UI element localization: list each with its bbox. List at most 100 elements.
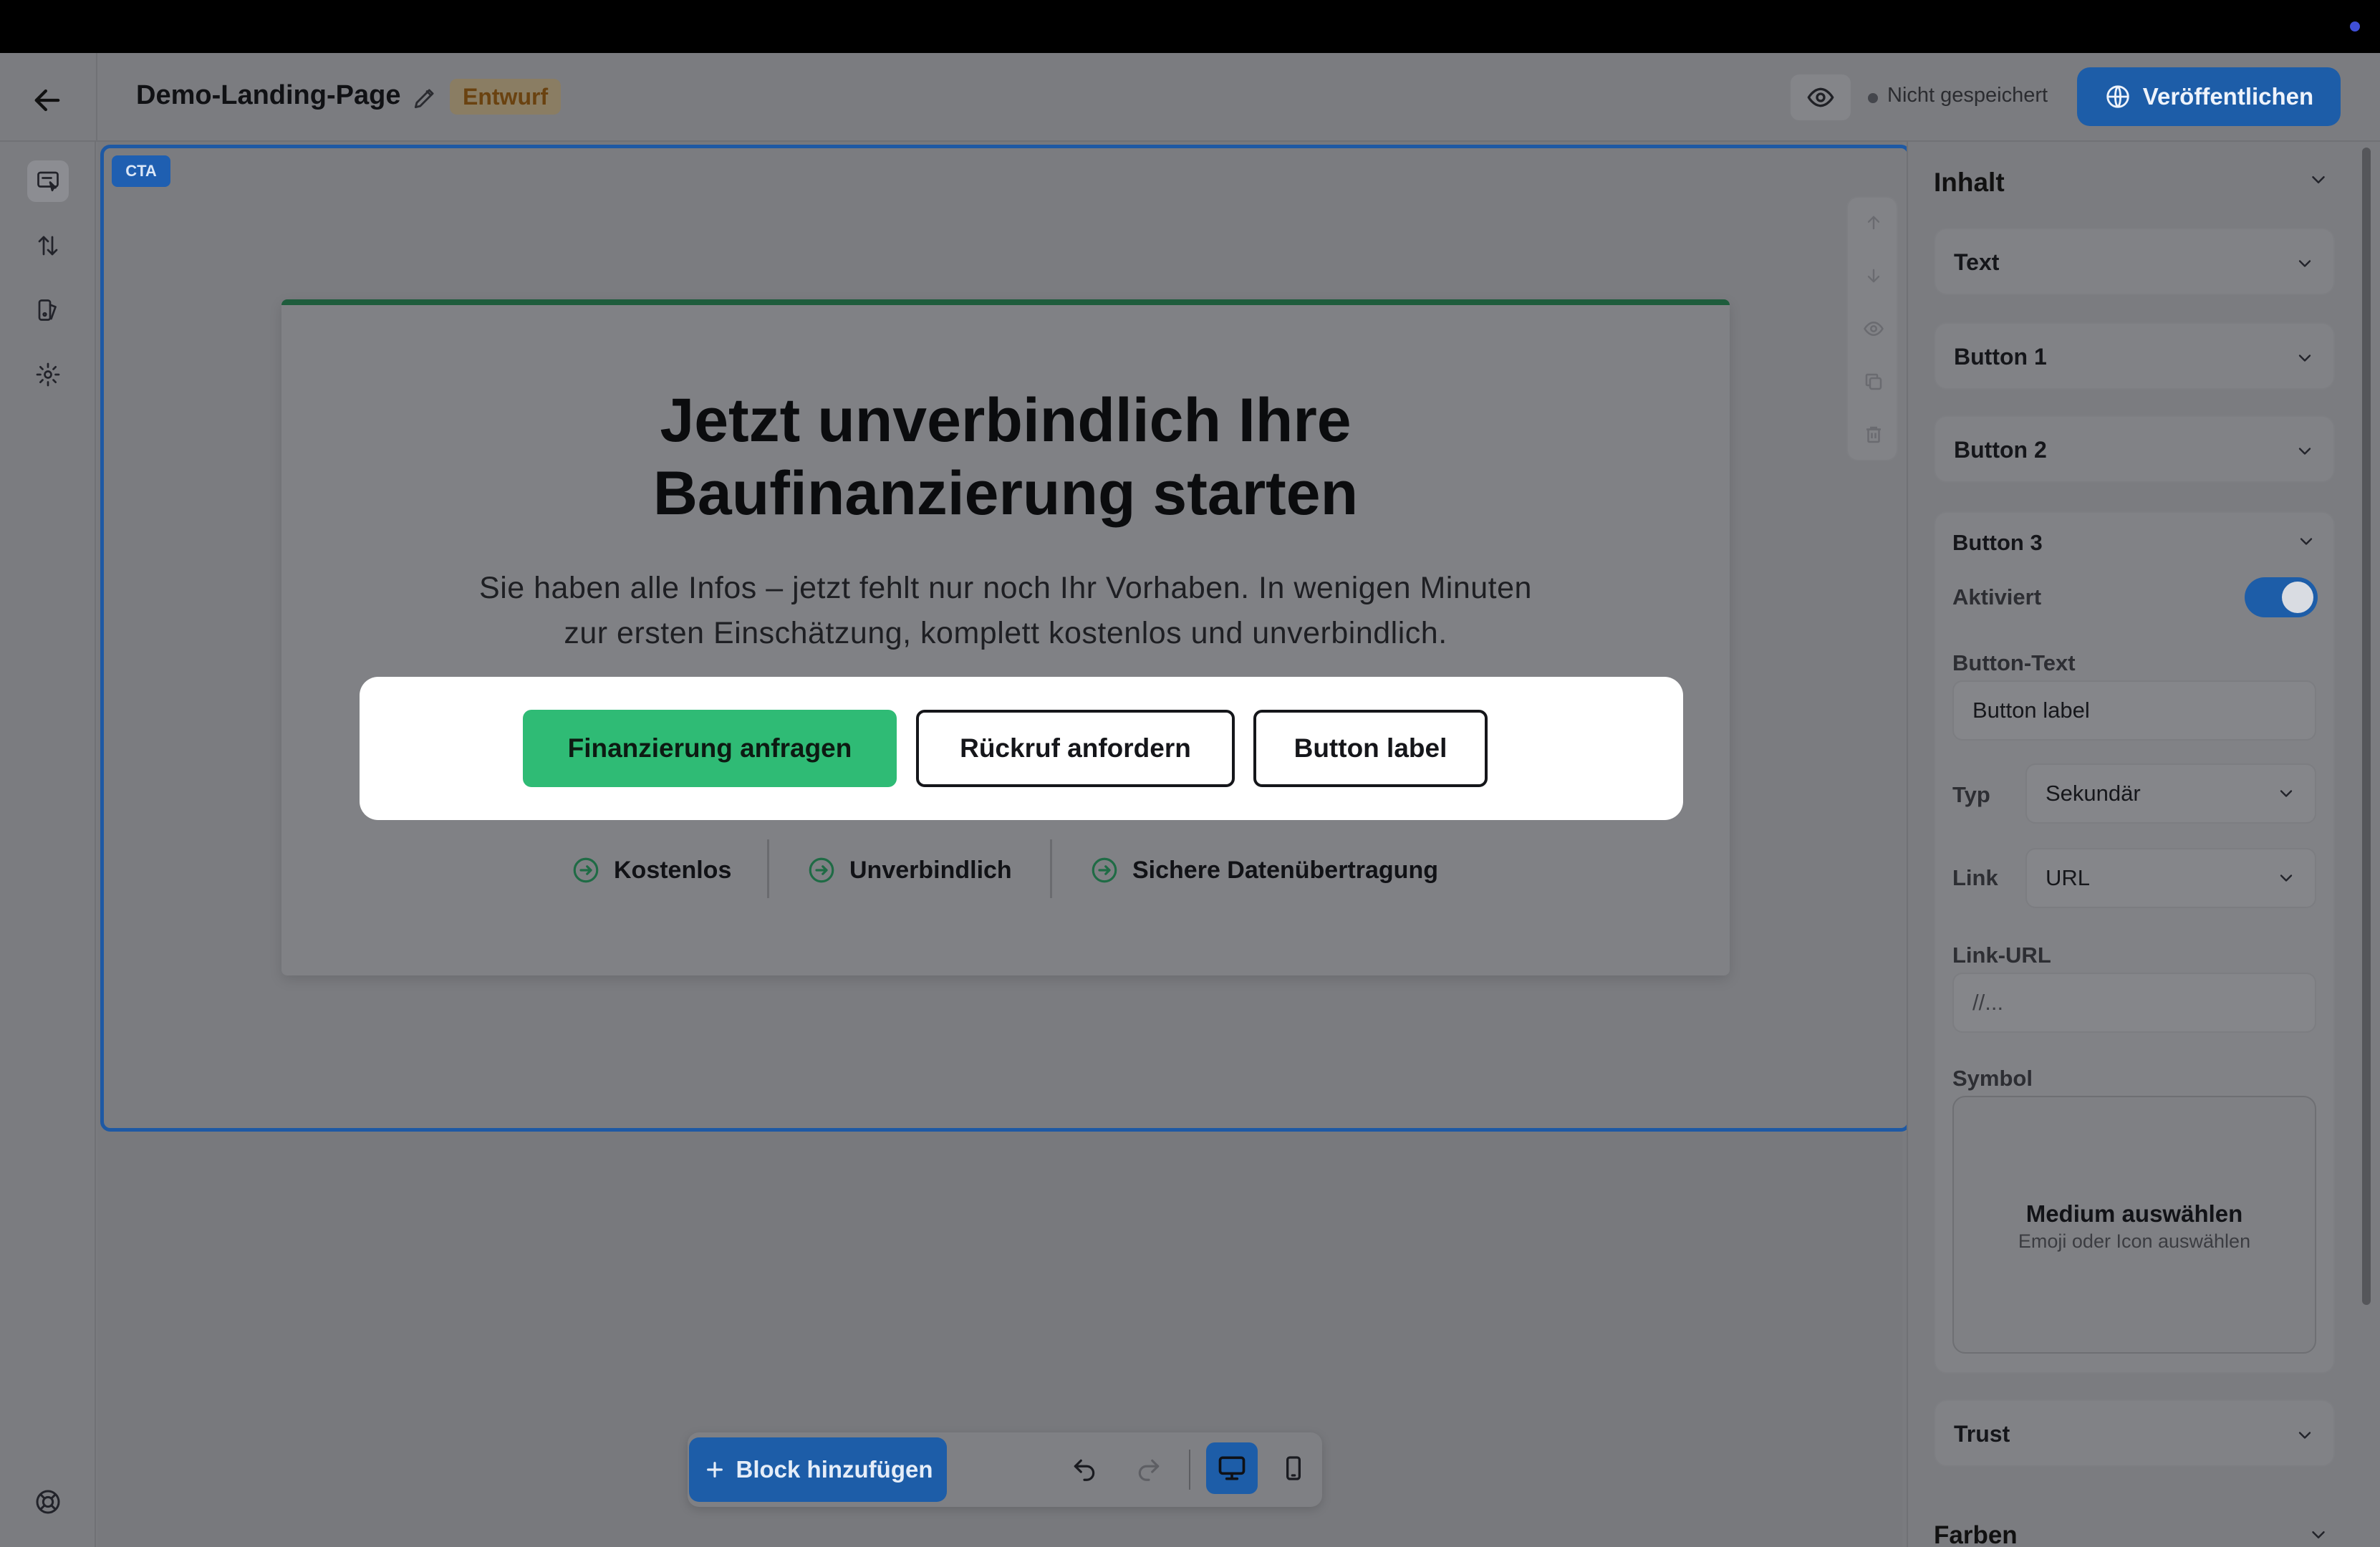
- cta-headline[interactable]: Jetzt unverbindlich Ihre Baufinanzierung…: [281, 384, 1730, 530]
- layout-cursor-icon: [37, 171, 59, 192]
- section-button-1[interactable]: Button 1: [1934, 322, 2335, 390]
- cta-button-1[interactable]: Finanzierung anfragen: [523, 710, 897, 787]
- panel-scrollbar[interactable]: [2362, 148, 2371, 1305]
- cta-button-3[interactable]: Button label: [1253, 710, 1488, 787]
- trust-item-free: Kostenlos: [571, 845, 731, 895]
- draft-badge: Entwurf: [450, 79, 562, 115]
- publish-button[interactable]: Veröffentlichen: [2077, 67, 2341, 126]
- toolbar-divider: [1189, 1450, 1190, 1490]
- chevron-down-icon: [2298, 260, 2311, 267]
- move-down-button[interactable]: [1848, 251, 1899, 301]
- trust-divider: [767, 839, 769, 898]
- enabled-toggle[interactable]: [2245, 577, 2318, 617]
- panel-collapse-button[interactable]: [2308, 169, 2329, 191]
- section-label[interactable]: Button 3: [1952, 530, 2043, 556]
- publish-label: Veröffentlichen: [2142, 83, 2314, 110]
- pencil-icon[interactable]: [411, 85, 438, 112]
- section-trust[interactable]: Trust: [1934, 1399, 2335, 1467]
- design-nav-button[interactable]: [27, 289, 69, 331]
- type-select-value: Sekundär: [2046, 781, 2141, 806]
- delete-button[interactable]: [1848, 410, 1899, 460]
- move-up-button[interactable]: [1848, 198, 1899, 248]
- chevron-down-icon: [2280, 874, 2293, 882]
- cta-headline-line1: Jetzt unverbindlich Ihre: [660, 386, 1352, 455]
- add-block-label: Block hinzufügen: [736, 1456, 933, 1483]
- panel-title: Inhalt: [1934, 168, 2005, 197]
- chevron-down-icon: [2280, 790, 2293, 797]
- plus-icon: [706, 1462, 723, 1478]
- trash-icon: [1866, 426, 1881, 443]
- button-text-input[interactable]: Button label: [1952, 680, 2316, 741]
- trust-item-secure: Sichere Datenübertragung: [1089, 845, 1438, 895]
- section-label: Text: [1954, 249, 2000, 275]
- chevron-down-icon: [2312, 1531, 2325, 1538]
- save-status-text: Nicht gespeichert: [1887, 84, 2048, 107]
- monitor-icon: [1218, 1456, 1246, 1480]
- back-arrow-icon[interactable]: [29, 82, 66, 119]
- trust-label: Sichere Datenübertragung: [1132, 856, 1438, 884]
- top-system-bar: [0, 0, 2380, 53]
- section-label: Trust: [1954, 1421, 2010, 1447]
- desktop-view-button[interactable]: [1206, 1442, 1258, 1494]
- section-collapse-button[interactable]: [2296, 531, 2316, 551]
- cta-button-2[interactable]: Rückruf anfordern: [916, 710, 1235, 787]
- eye-icon: [1807, 87, 1834, 107]
- chevron-down-icon: [2298, 1432, 2311, 1439]
- arrow-circle-icon: [809, 857, 834, 883]
- trust-item-nonbinding: Unverbindlich: [806, 845, 1012, 895]
- sort-arrows-icon: [38, 236, 58, 256]
- trust-divider: [1050, 839, 1052, 898]
- type-select[interactable]: Sekundär: [2025, 763, 2316, 824]
- redo-button[interactable]: [1127, 1448, 1170, 1491]
- redo-icon: [1138, 1459, 1160, 1481]
- chevron-down-icon: [2298, 355, 2311, 362]
- preview-button[interactable]: [1791, 74, 1851, 120]
- section-button-2[interactable]: Button 2: [1934, 415, 2335, 483]
- cta-headline-line2: Baufinanzierung starten: [652, 459, 1359, 528]
- section-label: Button 2: [1954, 437, 2047, 463]
- trust-label: Unverbindlich: [849, 856, 1012, 884]
- section-label: Button 1: [1954, 344, 2047, 370]
- type-label: Typ: [1952, 782, 1990, 807]
- smartphone-icon: [1286, 1456, 1301, 1480]
- link-select-value: URL: [2046, 865, 2091, 890]
- mobile-view-button[interactable]: [1268, 1442, 1319, 1494]
- blocks-nav-button[interactable]: [27, 160, 69, 202]
- section-text[interactable]: Text: [1934, 228, 2335, 295]
- button-text-label: Button-Text: [1952, 650, 2076, 675]
- gear-icon: [36, 362, 60, 387]
- settings-nav-button[interactable]: [27, 354, 69, 395]
- duplicate-button[interactable]: [1848, 357, 1899, 407]
- undo-button[interactable]: [1063, 1448, 1106, 1491]
- add-block-button[interactable]: Block hinzufügen: [689, 1437, 947, 1502]
- cta-subtext-line2: zur ersten Einschätzung, komplett kosten…: [564, 616, 1447, 650]
- section-colors-toggle[interactable]: [2308, 1524, 2329, 1546]
- block-tools: [1846, 196, 1898, 461]
- link-label: Link: [1952, 865, 1998, 890]
- chevron-down-icon: [2298, 448, 2311, 455]
- palette-icon: [38, 299, 57, 321]
- eye-icon: [1864, 321, 1884, 337]
- cta-subtext[interactable]: Sie haben alle Infos – jetzt fehlt nur n…: [281, 566, 1730, 656]
- link-select[interactable]: URL: [2025, 848, 2316, 908]
- chevron-down-icon: [2300, 538, 2313, 545]
- lifebuoy-icon: [36, 1490, 60, 1514]
- symbol-label: Symbol: [1952, 1066, 2033, 1091]
- arrow-circle-icon: [1092, 857, 1117, 883]
- help-nav-button[interactable]: [27, 1481, 69, 1523]
- chevron-down-icon: [2312, 176, 2325, 183]
- toggle-visibility-button[interactable]: [1848, 304, 1899, 354]
- reorder-nav-button[interactable]: [27, 225, 69, 266]
- link-url-input[interactable]: //...: [1952, 973, 2316, 1033]
- enabled-label: Aktiviert: [1952, 584, 2042, 609]
- media-picker[interactable]: Medium auswählen Emoji oder Icon auswähl…: [1952, 1096, 2316, 1354]
- editor-header: Demo-Landing-Page Entwurf Nicht gespeich…: [0, 53, 2380, 142]
- media-picker-title: Medium auswählen: [2025, 1200, 2243, 1227]
- media-picker-hint: Emoji oder Icon auswählen: [2018, 1230, 2251, 1252]
- section-colors-label[interactable]: Farben: [1934, 1521, 2018, 1547]
- header-divider: [96, 53, 97, 142]
- arrow-down-icon: [1867, 269, 1880, 283]
- page-title[interactable]: Demo-Landing-Page: [136, 80, 400, 111]
- left-rail: [0, 142, 96, 1547]
- undo-icon: [1074, 1459, 1095, 1481]
